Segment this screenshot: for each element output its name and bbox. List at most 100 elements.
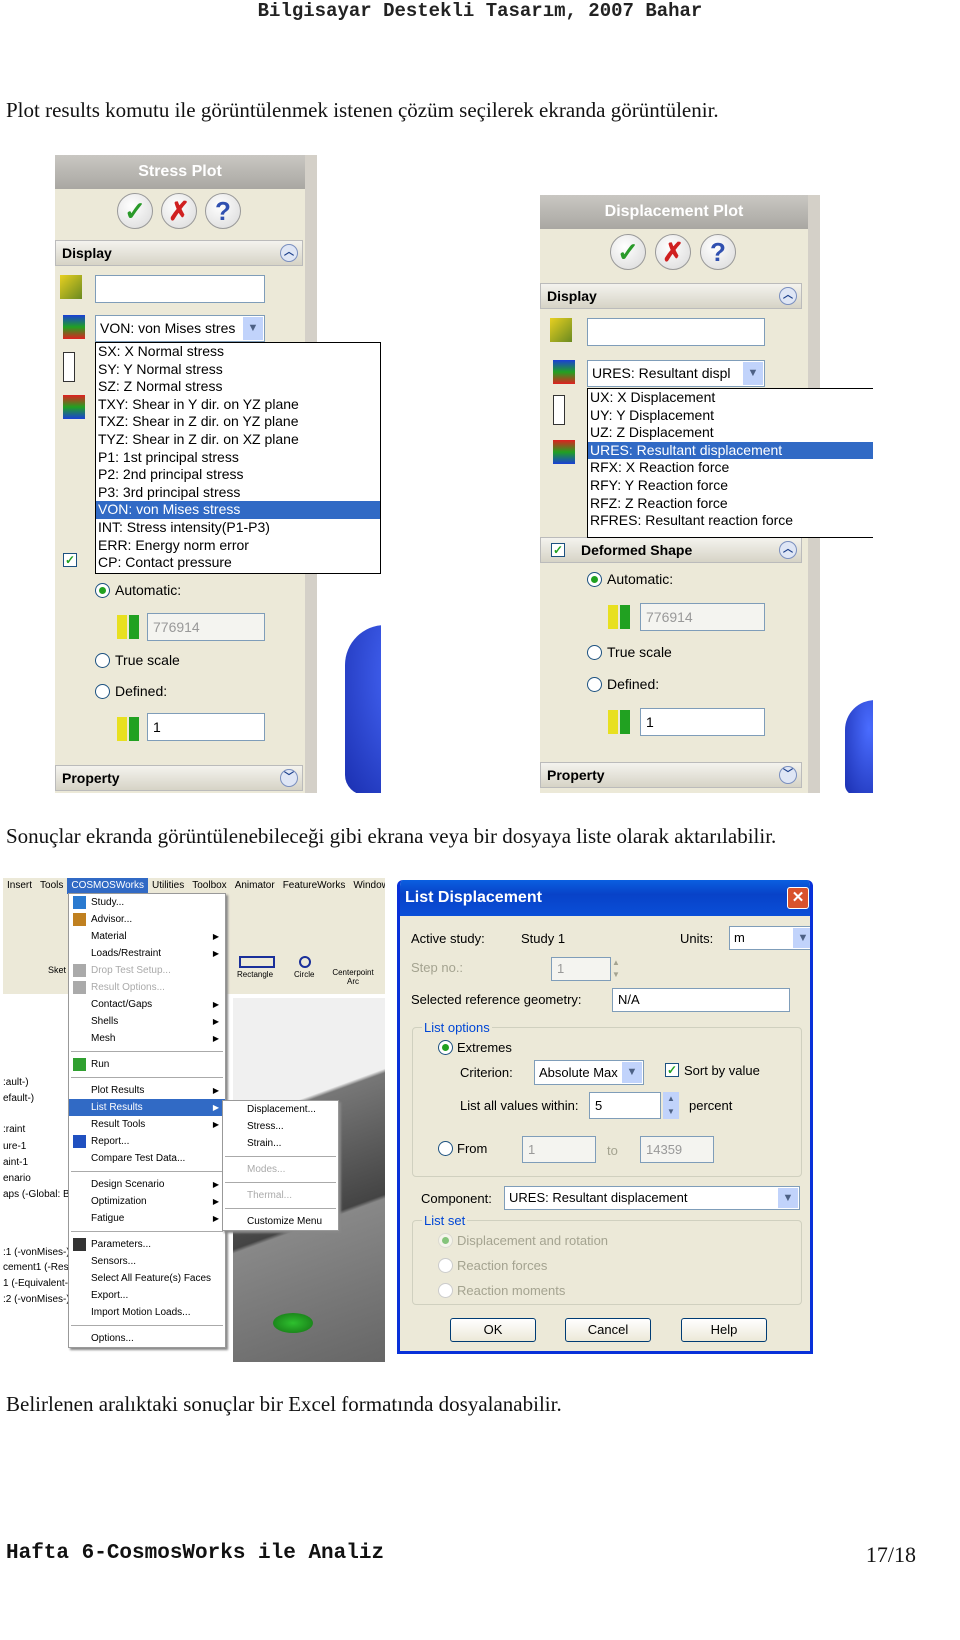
menu-item[interactable]: Customize Menu (223, 1213, 338, 1230)
menubar-item[interactable]: Animator (231, 878, 279, 894)
list-option[interactable]: P2: 2nd principal stress (96, 466, 380, 484)
menubar-item[interactable]: Tools (36, 878, 67, 894)
menu-item[interactable]: Study... (69, 894, 225, 911)
cancel-button[interactable]: Cancel (565, 1318, 651, 1342)
expand-icon[interactable]: ﹀ (280, 769, 298, 787)
displacement-rotation-radio[interactable] (438, 1233, 453, 1248)
menubar-item[interactable]: Window (349, 878, 385, 894)
menu-item[interactable]: Drop Test Setup... (69, 962, 225, 979)
menu-item[interactable]: Fatigue ▶ (69, 1210, 225, 1227)
displacement-options-list[interactable]: UX: X Displacement UY: Y Displacement UZ: … (587, 388, 873, 538)
list-option[interactable]: URES: Resultant displacement (588, 441, 873, 460)
expand-icon[interactable]: ﹀ (779, 766, 797, 784)
chevron-down-icon[interactable]: ▼ (243, 317, 263, 340)
collapse-icon[interactable]: ︿ (779, 287, 797, 305)
property-section-header[interactable]: Property ﹀ (55, 765, 303, 791)
tree-item[interactable]: efault-) (3, 1093, 34, 1104)
menu-item[interactable]: Compare Test Data... (69, 1150, 225, 1167)
display-section-header[interactable]: Display ︿ (55, 240, 303, 266)
menubar-item[interactable]: FeatureWorks (279, 878, 350, 894)
deformed-shape-header[interactable]: ✓ Deformed Shape ︿ (540, 537, 802, 563)
tree-item[interactable]: cement1 (-Res (3, 1262, 69, 1273)
within-spinner[interactable]: ▲ ▼ (663, 1092, 679, 1119)
help-icon[interactable]: ? (205, 193, 241, 229)
ref-geometry-input[interactable]: N/A (612, 988, 790, 1012)
cancel-x-icon[interactable]: ✗ (161, 193, 197, 229)
menubar-item[interactable]: Utilities (148, 878, 188, 894)
toolbar-centerpoint-arc[interactable]: Centerpoint Arc (328, 968, 378, 986)
defined-value-input[interactable]: 1 (147, 713, 265, 741)
menu-item[interactable]: Shells ▶ (69, 1013, 225, 1030)
list-option[interactable]: P3: 3rd principal stress (96, 484, 380, 502)
list-option[interactable]: UZ: Z Displacement (588, 424, 873, 442)
help-button[interactable]: Help (681, 1318, 767, 1342)
menu-item[interactable]: Result Options... (69, 979, 225, 996)
list-option[interactable]: RFY: Y Reaction force (588, 477, 873, 495)
menu-item[interactable]: Material ▶ (69, 928, 225, 945)
chevron-down-icon[interactable]: ▼ (743, 362, 763, 385)
automatic-radio[interactable] (587, 572, 602, 587)
reaction-forces-radio[interactable] (438, 1258, 453, 1273)
menu-item[interactable]: Mesh ▶ (69, 1030, 225, 1047)
list-option[interactable]: VON: von Mises stress (96, 501, 380, 519)
within-input[interactable]: 5 (589, 1092, 661, 1119)
menu-item[interactable]: Export... (69, 1287, 225, 1304)
defined-value-input[interactable]: 1 (640, 708, 765, 736)
criterion-dropdown[interactable]: Absolute Max ▼ (534, 1060, 644, 1085)
list-option[interactable]: RFX: X Reaction force (588, 459, 873, 477)
list-option[interactable]: CP: Contact pressure (96, 554, 380, 572)
menubar-item[interactable]: Insert (3, 878, 36, 894)
ok-check-icon[interactable]: ✓ (610, 234, 646, 270)
list-option[interactable]: SX: X Normal stress (96, 343, 380, 361)
menubar-item[interactable]: Toolbox (188, 878, 230, 894)
menu-item[interactable]: Parameters... (69, 1236, 225, 1253)
menu-item[interactable]: Result Tools ▶ (69, 1116, 225, 1133)
sort-by-value-checkbox[interactable]: ✓ (665, 1063, 679, 1077)
tree-item[interactable]: ure-1 (3, 1141, 26, 1152)
menu-item[interactable]: Loads/Restraint ▶ (69, 945, 225, 962)
stress-options-list[interactable]: SX: X Normal stress SY: Y Normal stress SZ… (95, 342, 381, 574)
text-input[interactable] (587, 318, 765, 346)
menu-item[interactable]: Select All Feature(s) Faces (69, 1270, 225, 1287)
menu-item[interactable]: Contact/Gaps ▶ (69, 996, 225, 1013)
reaction-moments-radio[interactable] (438, 1283, 453, 1298)
component-dropdown[interactable]: URES: Resultant displ ▼ (587, 360, 765, 387)
true-scale-radio[interactable] (587, 645, 602, 660)
menu-item[interactable]: Thermal... (223, 1187, 338, 1204)
property-section-header[interactable]: Property ﹀ (540, 762, 802, 788)
menu-item[interactable]: Run (69, 1056, 225, 1073)
toolbar-rectangle[interactable]: Rectangle (237, 970, 273, 979)
display-section-header[interactable]: Display ︿ (540, 283, 802, 309)
menu-item[interactable]: Displacement... (223, 1101, 338, 1118)
help-icon[interactable]: ? (700, 234, 736, 270)
menu-item[interactable]: Design Scenario ▶ (69, 1176, 225, 1193)
text-input[interactable] (95, 275, 265, 303)
chevron-down-icon[interactable]: ▼ (622, 1062, 642, 1083)
list-option[interactable]: P1: 1st principal stress (96, 449, 380, 467)
defined-radio[interactable] (95, 684, 110, 699)
automatic-radio[interactable] (95, 583, 110, 598)
menu-item[interactable]: Report... (69, 1133, 225, 1150)
tree-item[interactable]: 1 (-Equivalent-) (3, 1278, 71, 1289)
units-dropdown[interactable]: m ▼ (729, 926, 810, 950)
menu-item[interactable]: Sensors... (69, 1253, 225, 1270)
menu-item[interactable]: Plot Results ▶ (69, 1082, 225, 1099)
menu-item[interactable]: Stress... (223, 1118, 338, 1135)
toolbar-sketch[interactable]: Sket (48, 965, 66, 975)
defined-radio[interactable] (587, 677, 602, 692)
extremes-radio[interactable] (438, 1040, 453, 1055)
menu-item[interactable]: List Results ▶ (69, 1099, 225, 1116)
collapse-icon[interactable]: ︿ (280, 244, 298, 262)
list-option[interactable]: ERR: Energy norm error (96, 537, 380, 555)
ok-check-icon[interactable]: ✓ (117, 193, 153, 229)
list-option[interactable]: INT: Stress intensity(P1-P3) (96, 519, 380, 537)
menubar-item[interactable]: COSMOSWorks (67, 878, 148, 894)
list-option[interactable]: RFZ: Z Reaction force (588, 495, 873, 513)
close-icon[interactable]: ✕ (787, 887, 809, 909)
true-scale-radio[interactable] (95, 653, 110, 668)
menu-item[interactable]: Options... (69, 1330, 225, 1347)
menu-item[interactable]: Import Motion Loads... (69, 1304, 225, 1321)
component-dropdown[interactable]: URES: Resultant displacement ▼ (504, 1186, 800, 1210)
collapse-icon[interactable]: ︿ (779, 541, 797, 559)
toolbar-circle[interactable]: Circle (294, 970, 314, 979)
